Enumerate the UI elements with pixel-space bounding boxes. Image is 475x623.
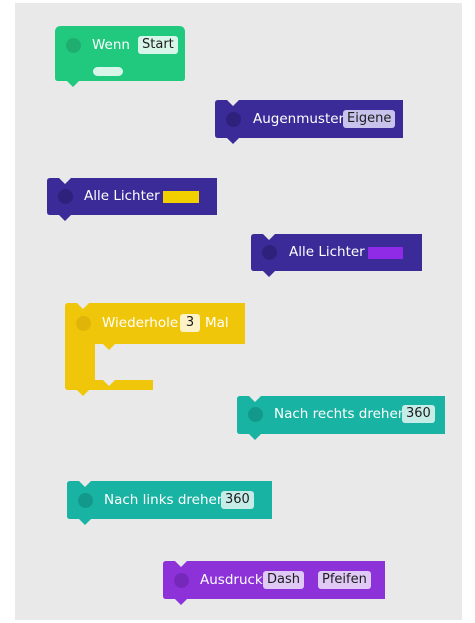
block-handle-icon[interactable] [58, 189, 73, 204]
code-canvas[interactable]: Wenn Start Augenmuster Eigene Alle Licht… [15, 3, 462, 620]
sound-select[interactable]: Pfeifen [318, 571, 371, 589]
wenn-start-block[interactable]: Wenn Start [55, 26, 185, 87]
block-handle-icon[interactable] [248, 407, 263, 422]
mal-label: Mal [205, 315, 229, 331]
alle-lichter-purple-block[interactable]: Alle Lichter [251, 234, 422, 277]
trigger-select[interactable]: Start [138, 36, 178, 54]
augenmuster-block[interactable]: Augenmuster Eigene [215, 100, 403, 144]
turn-degrees-input[interactable]: 360 [402, 405, 435, 423]
augenmuster-label: Augenmuster [253, 111, 345, 127]
alle-lichter-label: Alle Lichter [289, 244, 365, 260]
wiederhole-block[interactable]: Wiederhole 3 Mal [65, 303, 245, 401]
block-handle-icon[interactable] [226, 112, 241, 127]
light-color-picker[interactable] [163, 191, 199, 203]
block-handle-icon[interactable] [262, 245, 277, 260]
light-color-picker[interactable] [368, 247, 403, 259]
wiederhole-label: Wiederhole [102, 315, 179, 331]
eye-pattern-select[interactable]: Eigene [343, 110, 396, 128]
hat-slot-pill [93, 67, 123, 76]
wenn-label: Wenn [92, 37, 130, 53]
nach-links-drehen-block[interactable]: Nach links drehen 360 [67, 481, 272, 525]
block-handle-icon[interactable] [174, 573, 189, 588]
block-handle-icon[interactable] [78, 493, 93, 508]
nach-rechts-drehen-block[interactable]: Nach rechts drehen 360 [237, 396, 445, 440]
turn-degrees-input[interactable]: 360 [221, 491, 254, 509]
nach-rechts-drehen-label: Nach rechts drehen [274, 406, 407, 422]
character-select[interactable]: Dash [263, 571, 304, 589]
alle-lichter-label: Alle Lichter [84, 188, 160, 204]
repeat-count-input[interactable]: 3 [180, 314, 200, 332]
block-handle-icon[interactable] [76, 316, 91, 331]
nach-links-drehen-label: Nach links drehen [104, 492, 226, 508]
alle-lichter-yellow-block[interactable]: Alle Lichter [47, 178, 217, 221]
ausdruck-block[interactable]: Ausdruck Dash Pfeifen [163, 561, 385, 605]
block-handle-icon[interactable] [66, 38, 81, 53]
ausdruck-label: Ausdruck [200, 572, 263, 588]
